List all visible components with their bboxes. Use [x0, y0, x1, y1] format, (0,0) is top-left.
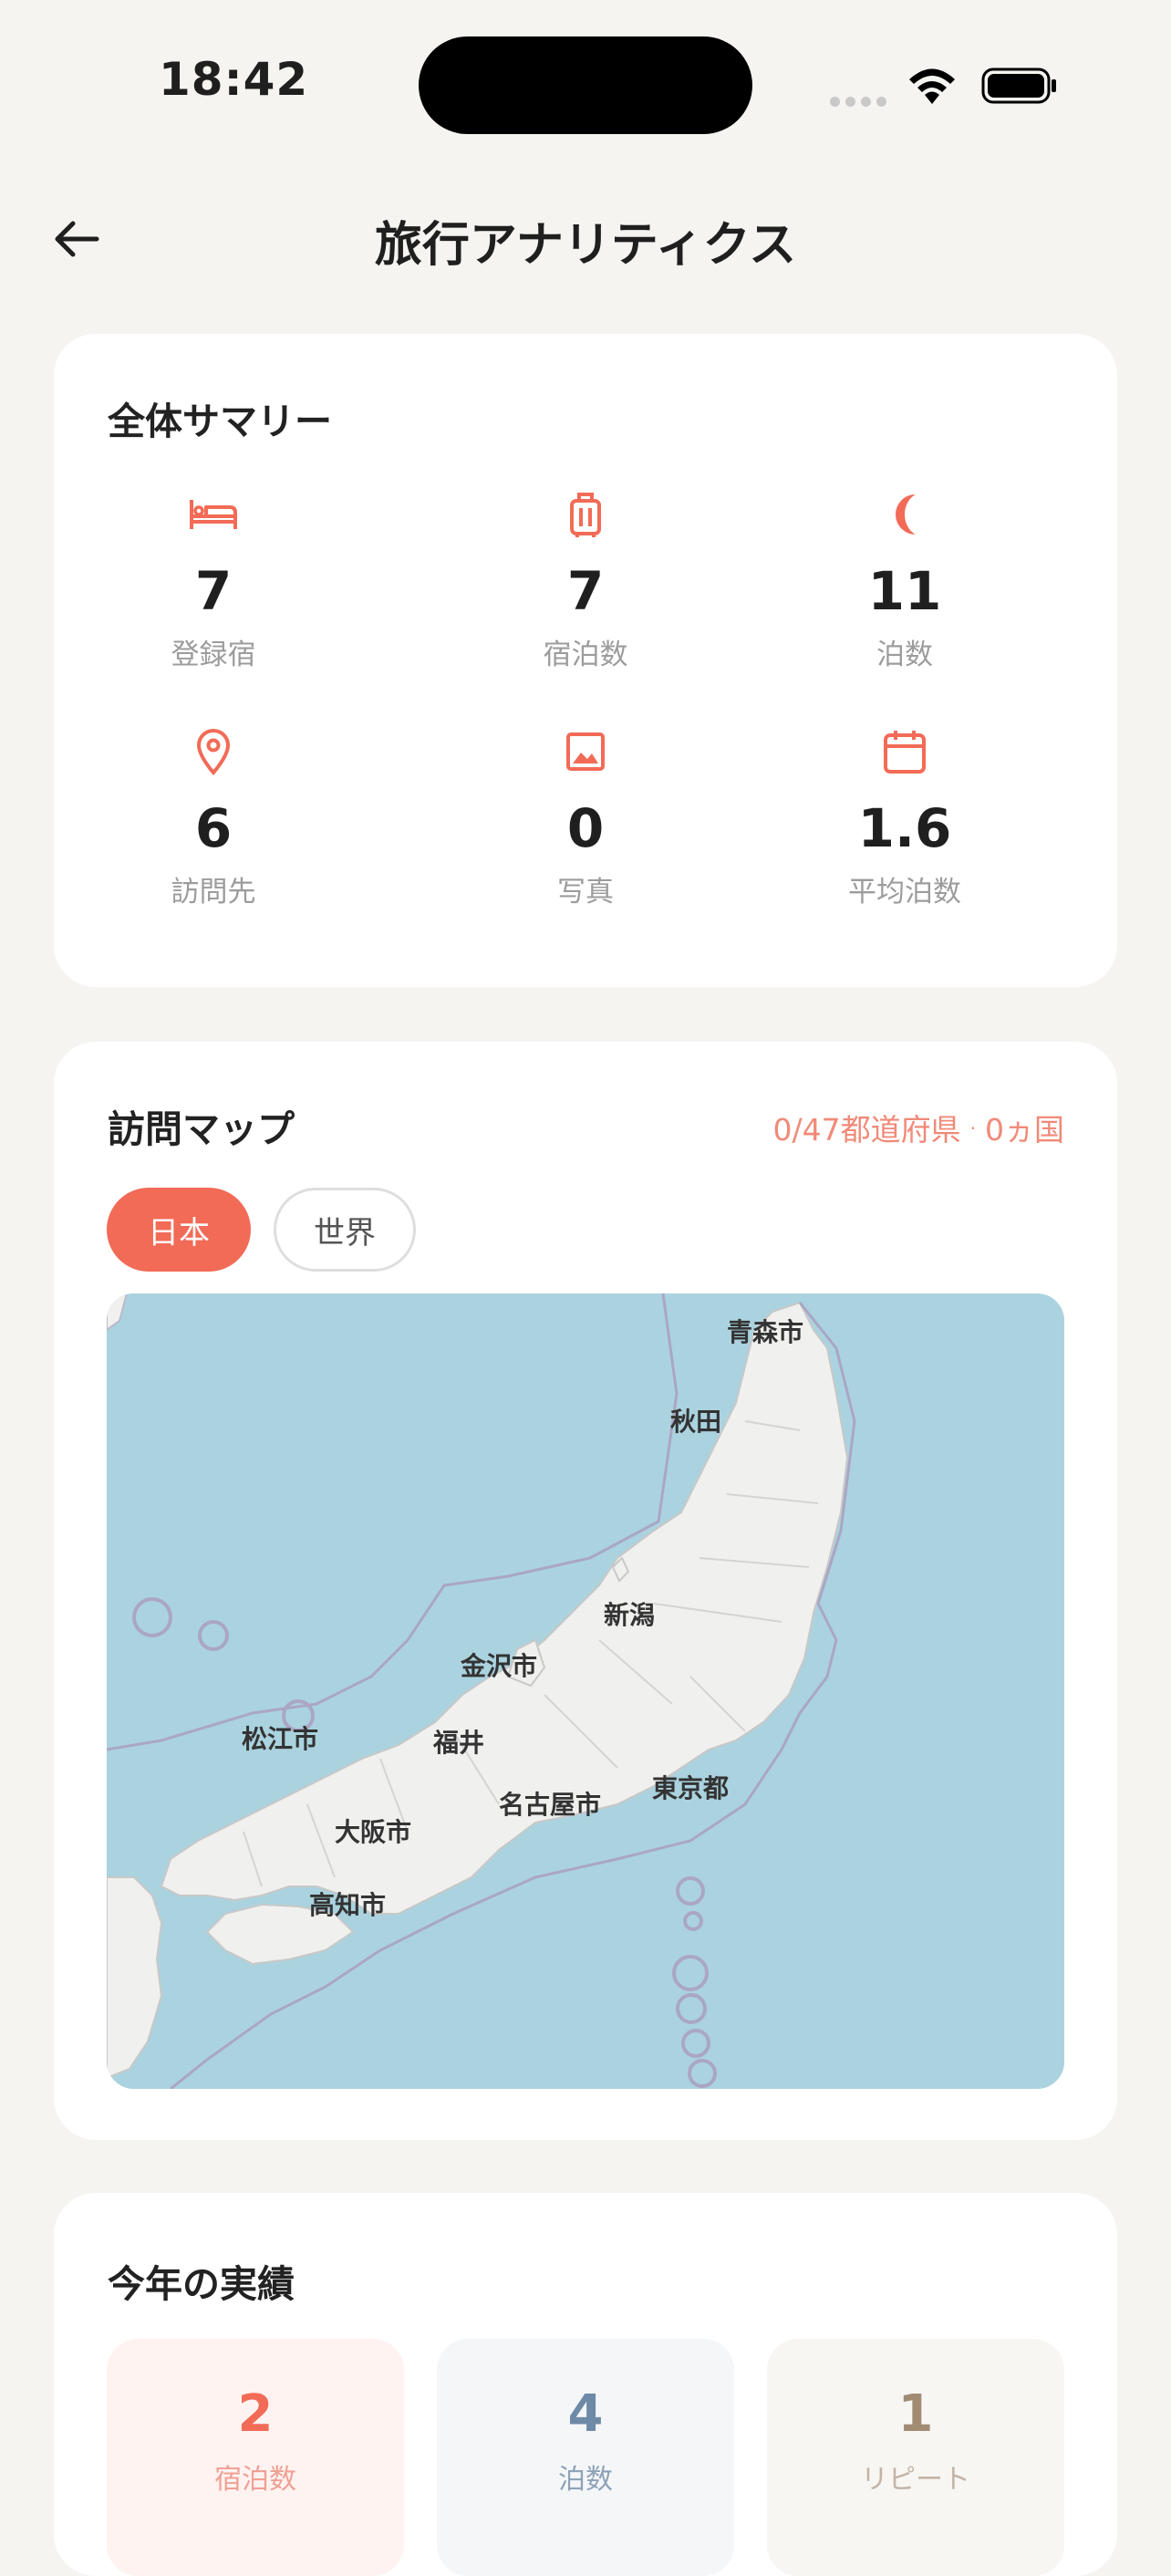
- visit-map-card: 訪問マップ 0/47都道府県 · 0ヵ国 日本 世界 青森市 秋田 新潟 金沢市…: [54, 1042, 1117, 2140]
- japan-map[interactable]: 青森市 秋田 新潟 金沢市 福井 松江市 大阪市 名古屋市 東京都 高知市: [107, 1293, 1064, 2089]
- this-year-card: 今年の実績 2 宿泊数 4 泊数 1 リピート: [54, 2193, 1117, 2576]
- stat-nights: 11 泊数: [750, 489, 1060, 672]
- signal-dots-icon: [830, 93, 892, 110]
- year-repeat-tile: 1 リピート: [767, 2339, 1064, 2576]
- photo-icon: [566, 732, 605, 771]
- summary-card: 全体サマリー 7 登録宿 7 宿泊数 11 泊数 6 訪問先 0 写真 1.6 …: [54, 334, 1117, 987]
- map-title: 訪問マップ: [108, 1107, 295, 1151]
- bed-icon: [190, 500, 237, 529]
- svg-text:高知市: 高知市: [309, 1890, 386, 1920]
- stat-label: 写真: [557, 876, 614, 909]
- map-canvas[interactable]: 青森市 秋田 新潟 金沢市 福井 松江市 大阪市 名古屋市 東京都 高知市: [107, 1293, 1064, 2089]
- tab-world[interactable]: 世界: [274, 1188, 416, 1272]
- stat-destinations: 6 訪問先: [58, 726, 368, 909]
- year-stays-tile: 2 宿泊数: [107, 2339, 404, 2576]
- tile-value: 2: [237, 2384, 274, 2444]
- stat-value: 7: [194, 560, 233, 622]
- wifi-icon: [909, 68, 955, 104]
- tile-label: リピート: [861, 2464, 970, 2496]
- svg-text:大阪市: 大阪市: [335, 1817, 411, 1847]
- year-title: 今年の実績: [108, 2262, 295, 2306]
- tab-japan[interactable]: 日本: [107, 1188, 251, 1272]
- tile-value: 4: [567, 2384, 604, 2444]
- svg-text:東京都: 東京都: [652, 1773, 729, 1803]
- summary-title: 全体サマリー: [108, 400, 332, 443]
- stat-label: 訪問先: [171, 876, 256, 909]
- stat-value: 11: [867, 560, 942, 622]
- svg-text:松江市: 松江市: [242, 1724, 318, 1754]
- stat-label: 宿泊数: [543, 639, 628, 671]
- location-pin-icon: [196, 729, 231, 775]
- stat-stays: 7 宿泊数: [430, 489, 741, 672]
- svg-text:秋田: 秋田: [670, 1407, 721, 1437]
- svg-text:名古屋市: 名古屋市: [499, 1790, 601, 1820]
- stat-average-nights: 1.6 平均泊数: [750, 726, 1060, 909]
- svg-text:福井: 福井: [432, 1728, 484, 1758]
- battery-icon: [981, 68, 1056, 104]
- tile-label: 宿泊数: [214, 2464, 296, 2496]
- suitcase-icon: [570, 493, 601, 537]
- svg-text:青森市: 青森市: [727, 1317, 803, 1347]
- tile-value: 1: [897, 2384, 934, 2444]
- country-count: 0ヵ国: [985, 1112, 1064, 1148]
- map-visit-stats: 0/47都道府県 · 0ヵ国: [772, 1112, 1064, 1148]
- prefecture-count: 0/47都道府県: [772, 1112, 961, 1148]
- stat-label: 平均泊数: [848, 876, 961, 909]
- dynamic-island: [419, 36, 752, 134]
- status-time: 18:42: [159, 53, 309, 106]
- moon-icon: [896, 494, 916, 535]
- tile-label: 泊数: [558, 2464, 613, 2496]
- stat-value: 6: [194, 797, 233, 859]
- svg-text:新潟: 新潟: [604, 1600, 655, 1630]
- stat-value: 0: [566, 797, 605, 859]
- stat-value: 7: [566, 560, 605, 622]
- calendar-icon: [884, 731, 926, 774]
- svg-text:金沢市: 金沢市: [460, 1651, 537, 1681]
- stat-label: 泊数: [876, 639, 933, 671]
- page-title: 旅行アナリティクス: [374, 218, 797, 273]
- year-nights-tile: 4 泊数: [437, 2339, 734, 2576]
- stat-photos: 0 写真: [430, 726, 741, 909]
- stat-label: 登録宿: [171, 639, 256, 671]
- status-bar: 18:42: [0, 0, 1171, 173]
- stat-value: 1.6: [857, 797, 952, 859]
- stat-registered-hotels: 7 登録宿: [58, 489, 368, 672]
